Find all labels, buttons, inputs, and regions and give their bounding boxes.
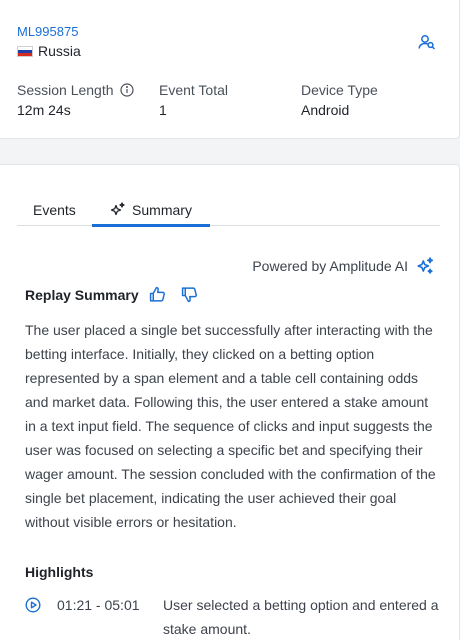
tab-label: Events [33,201,76,218]
stat-value: Android [301,102,350,118]
session-info-card: ML995875 Russia Session Length 12m 24s E… [0,0,460,139]
highlight-text: User selected a betting option and enter… [163,597,439,637]
russia-flag-icon [17,45,33,57]
stat-event-total: Event Total 1 [159,81,228,118]
thumbs-up-button[interactable] [149,286,166,303]
replay-summary-title: Replay Summary [25,287,139,303]
highlight-item: 01:21 - 05:01 User selected a betting op… [25,593,440,640]
country-name: Russia [38,43,81,59]
country: Russia [17,43,81,59]
play-highlight-button[interactable] [25,597,41,613]
tab-bar: Events Summary [17,193,440,227]
info-icon[interactable] [119,83,134,97]
user-search-icon [418,35,436,50]
sparkle-icon [110,201,125,215]
thumbs-up-icon [149,286,165,302]
user-id-link[interactable]: ML995875 [17,24,78,39]
tab-label: Summary [132,201,192,218]
replay-panel: Events Summary Powered by Amplitude AI R… [0,164,460,640]
powered-by-text: Powered by Amplitude AI [252,258,408,274]
stat-value: 1 [159,102,167,118]
play-circle-icon [25,597,41,613]
ai-sparkle-icon [417,257,434,274]
thumbs-down-icon [181,287,197,303]
thumbs-down-button[interactable] [181,286,198,303]
stat-label: Session Length [17,82,114,98]
summary-text: The user placed a single bet successfull… [25,322,436,530]
highlight-time[interactable]: 01:21 - 05:01 [57,593,140,617]
user-lookup-button[interactable] [416,32,438,52]
stat-device-type: Device Type Android [301,81,378,118]
stat-label: Device Type [301,82,378,98]
highlights-title: Highlights [25,564,94,580]
stat-value: 12m 24s [17,102,71,118]
powered-by: Powered by Amplitude AI [252,257,434,275]
stat-label: Event Total [159,82,229,98]
tab-events[interactable]: Events [33,193,76,226]
tab-summary[interactable]: Summary [92,193,210,227]
stat-session-length: Session Length 12m 24s [17,81,134,118]
